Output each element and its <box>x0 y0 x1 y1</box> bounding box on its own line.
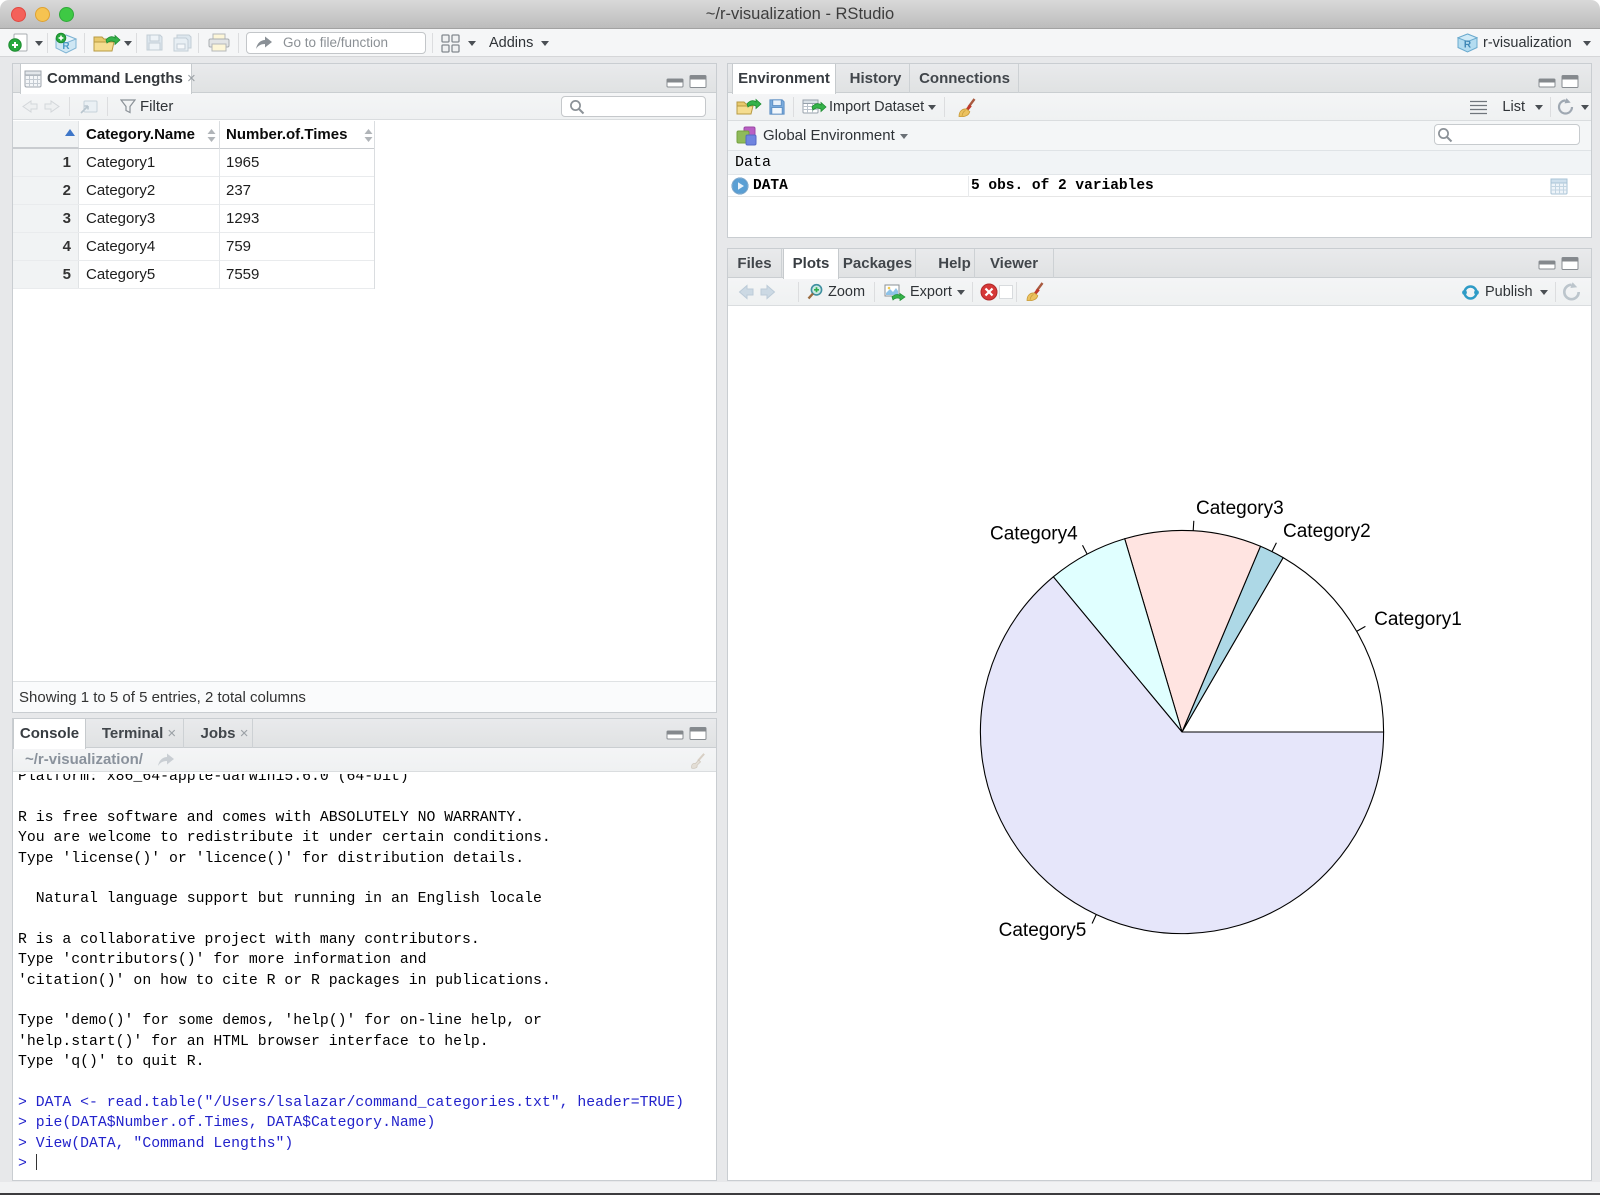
svg-text:Category2: Category2 <box>1283 521 1371 542</box>
svg-text:R: R <box>1464 40 1472 51</box>
svg-text:Category4: Category4 <box>990 524 1078 545</box>
svg-text:Category5: Category5 <box>999 920 1087 941</box>
svg-text:Category3: Category3 <box>1196 498 1284 519</box>
svg-text:Category1: Category1 <box>1374 609 1462 630</box>
svg-text:R: R <box>62 41 70 52</box>
